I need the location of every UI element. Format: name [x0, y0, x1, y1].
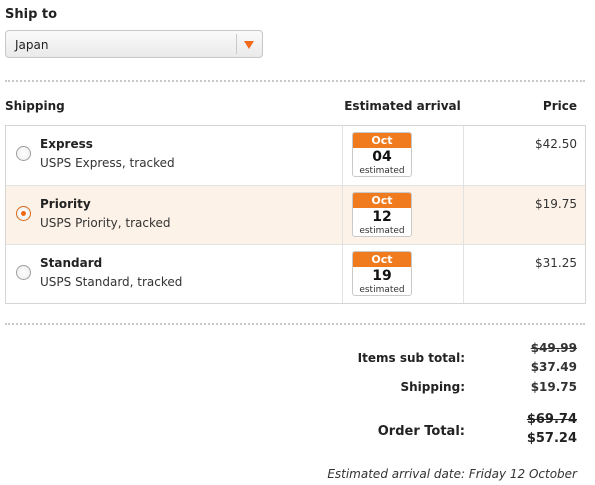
option-name: Standard [40, 256, 103, 270]
country-select-value: Japan [15, 38, 49, 52]
calendar-icon: Oct 04 estimated [352, 132, 412, 177]
calendar-estimated: estimated [359, 166, 405, 176]
calendar-day: 19 [372, 268, 392, 284]
option-description: USPS Standard, tracked [40, 275, 183, 289]
chevron-down-icon[interactable] [244, 41, 254, 49]
arrival-header: Estimated arrival [344, 99, 461, 113]
option-description: USPS Express, tracked [40, 156, 175, 170]
radio-express[interactable] [16, 146, 31, 161]
shipping-value: $19.75 [530, 380, 577, 394]
items-subtotal-new: $37.49 [530, 360, 577, 374]
ship-to-label: Ship to [5, 7, 58, 22]
option-price: $31.25 [535, 256, 577, 270]
shipping-option-priority[interactable]: Priority USPS Priority, tracked Oct 12 e… [6, 185, 585, 244]
radio-standard[interactable] [16, 265, 31, 280]
calendar-icon: Oct 19 estimated [352, 251, 412, 296]
calendar-estimated: estimated [359, 226, 405, 236]
estimated-arrival-date: Estimated arrival date: Friday 12 Octobe… [327, 467, 577, 481]
items-subtotal-label: Items sub total: [357, 351, 465, 365]
select-divider [236, 34, 237, 54]
option-description: USPS Priority, tracked [40, 216, 171, 230]
column-divider [342, 186, 343, 244]
order-total-old: $69.74 [526, 412, 577, 427]
column-divider [463, 245, 464, 303]
divider-bottom [5, 323, 585, 325]
option-price: $19.75 [535, 197, 577, 211]
option-price: $42.50 [535, 137, 577, 151]
calendar-month: Oct [353, 133, 411, 148]
shipping-option-standard[interactable]: Standard USPS Standard, tracked Oct 19 e… [6, 244, 585, 303]
calendar-month: Oct [353, 252, 411, 267]
calendar-day: 12 [372, 209, 392, 225]
calendar-icon: Oct 12 estimated [352, 192, 412, 237]
items-subtotal-old: $49.99 [530, 341, 577, 355]
divider-top [5, 80, 585, 82]
column-divider [463, 186, 464, 244]
order-total-label: Order Total: [377, 424, 465, 439]
country-select[interactable]: Japan [5, 30, 263, 58]
shipping-header: Shipping [5, 99, 65, 113]
shipping-label: Shipping: [400, 380, 465, 394]
shipping-options-table: Express USPS Express, tracked Oct 04 est… [5, 125, 586, 304]
column-divider [342, 245, 343, 303]
option-name: Priority [40, 197, 91, 211]
shipping-option-express[interactable]: Express USPS Express, tracked Oct 04 est… [6, 126, 585, 185]
price-header: Price [542, 99, 577, 113]
column-divider [463, 126, 464, 185]
order-total-new: $57.24 [526, 431, 577, 446]
radio-priority[interactable] [16, 206, 31, 221]
calendar-day: 04 [372, 149, 392, 165]
option-name: Express [40, 137, 93, 151]
calendar-estimated: estimated [359, 285, 405, 295]
calendar-month: Oct [353, 193, 411, 208]
column-divider [342, 126, 343, 185]
